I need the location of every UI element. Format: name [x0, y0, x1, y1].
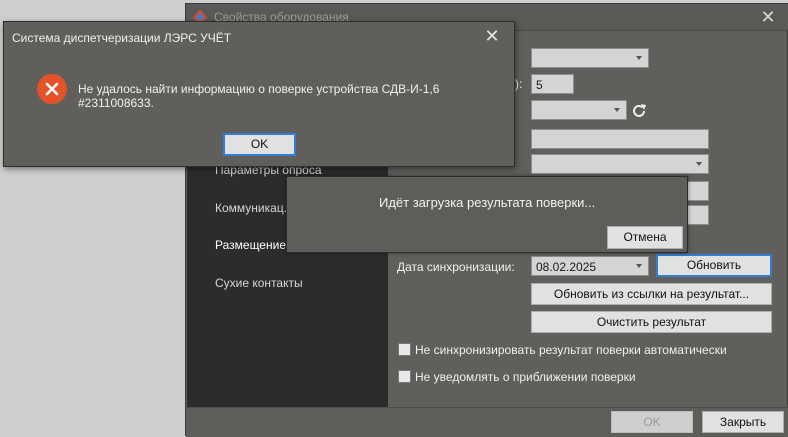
small-field-1[interactable]: [686, 181, 709, 201]
sidebar-item-communication[interactable]: Коммуникац. с: [215, 201, 296, 215]
error-message-box: Система диспетчеризации ЛЭРС УЧЁТ ✕ Не у…: [3, 21, 515, 167]
error-message-text: Не удалось найти информацию о поверке ус…: [78, 82, 440, 110]
message-box-title: Система диспетчеризации ЛЭРС УЧЁТ: [12, 31, 232, 45]
clear-result-button[interactable]: Очистить результат: [531, 311, 772, 333]
sync-date-value: 08.02.2025: [536, 260, 597, 274]
cancel-button[interactable]: Отмена: [607, 226, 683, 249]
text-field-1[interactable]: [531, 129, 709, 149]
close-button[interactable]: Закрыть: [702, 411, 784, 433]
ok-button[interactable]: OK: [611, 411, 693, 433]
loading-message: Идёт загрузка результата поверки...: [379, 195, 596, 210]
update-from-link-button[interactable]: Обновить из ссылки на результат...: [531, 283, 772, 305]
no-auto-sync-label[interactable]: Не синхронизировать результат поверки ав…: [415, 343, 727, 357]
no-notify-checkbox[interactable]: [398, 370, 411, 383]
dialog-button-bar: OK Закрыть: [186, 407, 788, 437]
interval-value: 5: [536, 78, 543, 92]
no-auto-sync-checkbox[interactable]: [398, 343, 411, 356]
close-icon[interactable]: ✕: [758, 8, 778, 28]
close-icon[interactable]: ✕: [482, 27, 502, 47]
device-type-combo[interactable]: [531, 48, 649, 68]
loading-popup: Идёт загрузка результата поверки... Отме…: [286, 176, 688, 253]
small-field-2[interactable]: [686, 205, 709, 225]
interval-label-fragment: ):: [515, 77, 523, 91]
sync-date-combo[interactable]: 08.02.2025: [531, 256, 649, 276]
channel-combo[interactable]: [531, 100, 627, 120]
combo-2[interactable]: [531, 154, 709, 174]
error-icon: [37, 74, 67, 104]
sync-date-label: Дата синхронизации:: [397, 260, 515, 274]
refresh-icon[interactable]: [630, 102, 648, 120]
interval-field[interactable]: 5: [531, 74, 574, 94]
message-ok-button[interactable]: OK: [223, 133, 296, 156]
sidebar-item-dry-contacts[interactable]: Сухие контакты: [215, 276, 303, 290]
update-button[interactable]: Обновить: [656, 254, 772, 277]
no-notify-label[interactable]: Не уведомлять о приближении поверки: [415, 370, 636, 384]
sidebar-item-placement[interactable]: Размещение: [215, 238, 286, 252]
